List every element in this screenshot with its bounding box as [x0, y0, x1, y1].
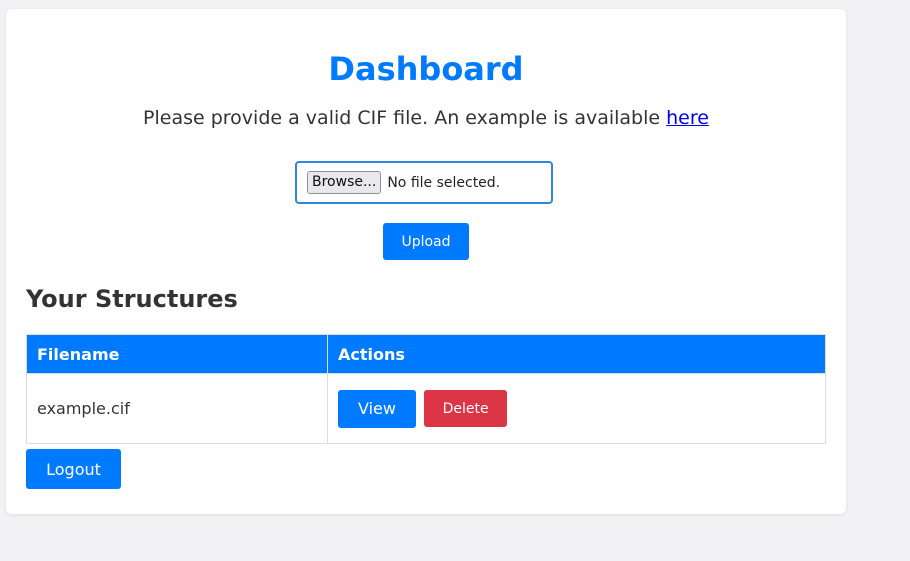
table-header-row: Filename Actions: [26, 334, 826, 374]
filename-cell: example.cif: [26, 373, 328, 444]
column-header-filename: Filename: [26, 334, 328, 374]
example-link[interactable]: here: [666, 107, 709, 129]
file-input[interactable]: Browse... No file selected.: [295, 161, 553, 204]
instruction-text: Please provide a valid CIF file. An exam…: [6, 105, 846, 131]
instruction-label: Please provide a valid CIF file. An exam…: [143, 107, 661, 129]
delete-button[interactable]: Delete: [424, 390, 508, 427]
table-row: example.cif View Delete: [26, 373, 826, 444]
structures-heading: Your Structures: [26, 285, 238, 313]
actions-cell: View Delete: [327, 373, 826, 444]
dashboard-card: Dashboard Please provide a valid CIF fil…: [6, 9, 846, 514]
view-button[interactable]: View: [338, 389, 416, 428]
column-header-actions: Actions: [327, 334, 826, 374]
browse-button[interactable]: Browse...: [307, 171, 382, 194]
logout-button[interactable]: Logout: [26, 449, 121, 489]
page-title: Dashboard: [328, 50, 524, 88]
file-status: No file selected.: [387, 174, 501, 191]
structures-table: Filename Actions example.cif View Delete: [26, 334, 826, 444]
upload-button[interactable]: Upload: [383, 223, 469, 260]
